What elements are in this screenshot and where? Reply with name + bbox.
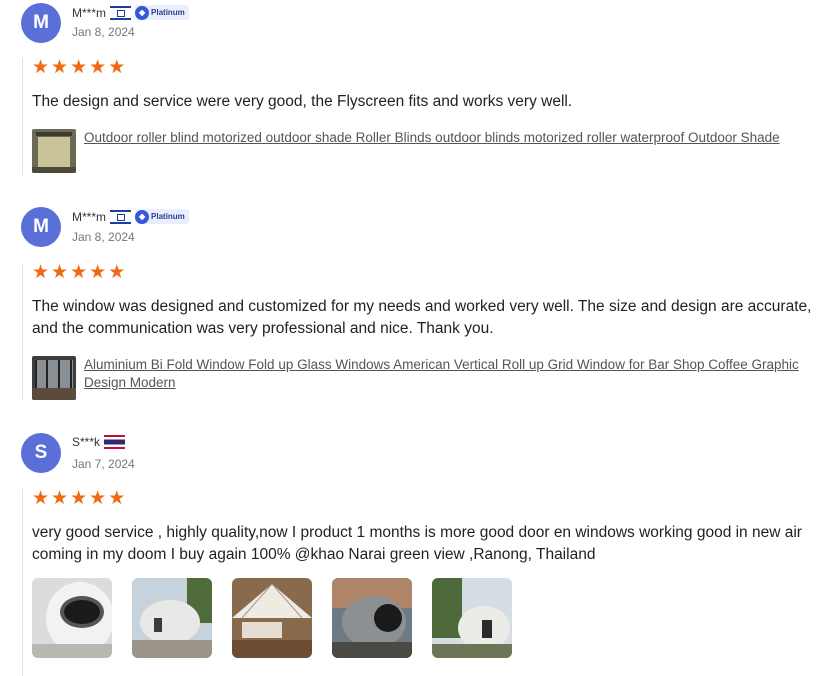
star-icon: ★ bbox=[108, 488, 126, 509]
review-photo[interactable] bbox=[232, 578, 312, 658]
avatar: M bbox=[21, 207, 61, 247]
review-body: ★ ★ ★ ★ ★ The window was designed and cu… bbox=[22, 263, 829, 401]
star-icon: ★ bbox=[51, 57, 69, 78]
review-date: Jan 7, 2024 bbox=[72, 457, 135, 471]
platinum-badge: ◆ Platinum bbox=[135, 5, 189, 20]
star-rating: ★ ★ ★ ★ ★ bbox=[32, 58, 829, 78]
israel-flag-icon bbox=[110, 5, 132, 20]
star-icon: ★ bbox=[89, 488, 107, 509]
platinum-badge: ◆ Platinum bbox=[135, 209, 189, 224]
review-text: The window was designed and customized f… bbox=[32, 298, 812, 337]
review-text: very good service , highly quality,now I… bbox=[32, 524, 802, 563]
reviewer-name: M***m bbox=[72, 5, 107, 20]
star-rating: ★ ★ ★ ★ ★ bbox=[32, 489, 829, 509]
star-icon: ★ bbox=[51, 262, 69, 283]
diamond-icon: ◆ bbox=[135, 5, 150, 20]
product-thumbnail[interactable] bbox=[32, 356, 76, 400]
review-photo[interactable] bbox=[132, 578, 212, 658]
reviewer-name: S***k bbox=[72, 435, 101, 449]
star-icon: ★ bbox=[70, 262, 88, 283]
product-link[interactable]: Outdoor roller blind motorized outdoor s… bbox=[84, 129, 780, 147]
star-icon: ★ bbox=[108, 57, 126, 78]
star-icon: ★ bbox=[32, 262, 50, 283]
review-photos bbox=[32, 578, 829, 658]
product-link[interactable]: Aluminium Bi Fold Window Fold up Glass W… bbox=[84, 356, 829, 392]
star-icon: ★ bbox=[89, 262, 107, 283]
avatar: S bbox=[21, 433, 61, 473]
review-body: ★ ★ ★ ★ ★ The design and service were ve… bbox=[22, 58, 829, 175]
badge-label: Platinum bbox=[151, 8, 185, 17]
star-icon: ★ bbox=[70, 57, 88, 78]
review-date: Jan 8, 2024 bbox=[72, 230, 135, 244]
star-icon: ★ bbox=[108, 262, 126, 283]
product-thumbnail[interactable] bbox=[32, 129, 76, 173]
review-photo[interactable] bbox=[32, 578, 112, 658]
review-body: ★ ★ ★ ★ ★ very good service , highly qua… bbox=[22, 489, 829, 676]
badge-label: Platinum bbox=[151, 212, 185, 221]
reviewer-info: M***m ◆ Platinum bbox=[72, 5, 189, 20]
star-icon: ★ bbox=[32, 488, 50, 509]
star-rating: ★ ★ ★ ★ ★ bbox=[32, 263, 829, 283]
review-text: The design and service were very good, t… bbox=[32, 93, 573, 110]
avatar: M bbox=[21, 3, 61, 43]
star-icon: ★ bbox=[70, 488, 88, 509]
review-photo[interactable] bbox=[432, 578, 512, 658]
star-icon: ★ bbox=[51, 488, 69, 509]
reviewer-info: M***m ◆ Platinum bbox=[72, 209, 189, 224]
star-icon: ★ bbox=[89, 57, 107, 78]
review-date: Jan 8, 2024 bbox=[72, 25, 135, 39]
thailand-flag-icon bbox=[104, 435, 126, 449]
product-link-row[interactable]: Aluminium Bi Fold Window Fold up Glass W… bbox=[32, 356, 829, 400]
review-photo[interactable] bbox=[332, 578, 412, 658]
israel-flag-icon bbox=[110, 209, 132, 224]
reviewer-info: S***k bbox=[72, 435, 126, 449]
star-icon: ★ bbox=[32, 57, 50, 78]
product-link-row[interactable]: Outdoor roller blind motorized outdoor s… bbox=[32, 129, 829, 173]
diamond-icon: ◆ bbox=[135, 209, 150, 224]
reviewer-name: M***m bbox=[72, 209, 107, 224]
